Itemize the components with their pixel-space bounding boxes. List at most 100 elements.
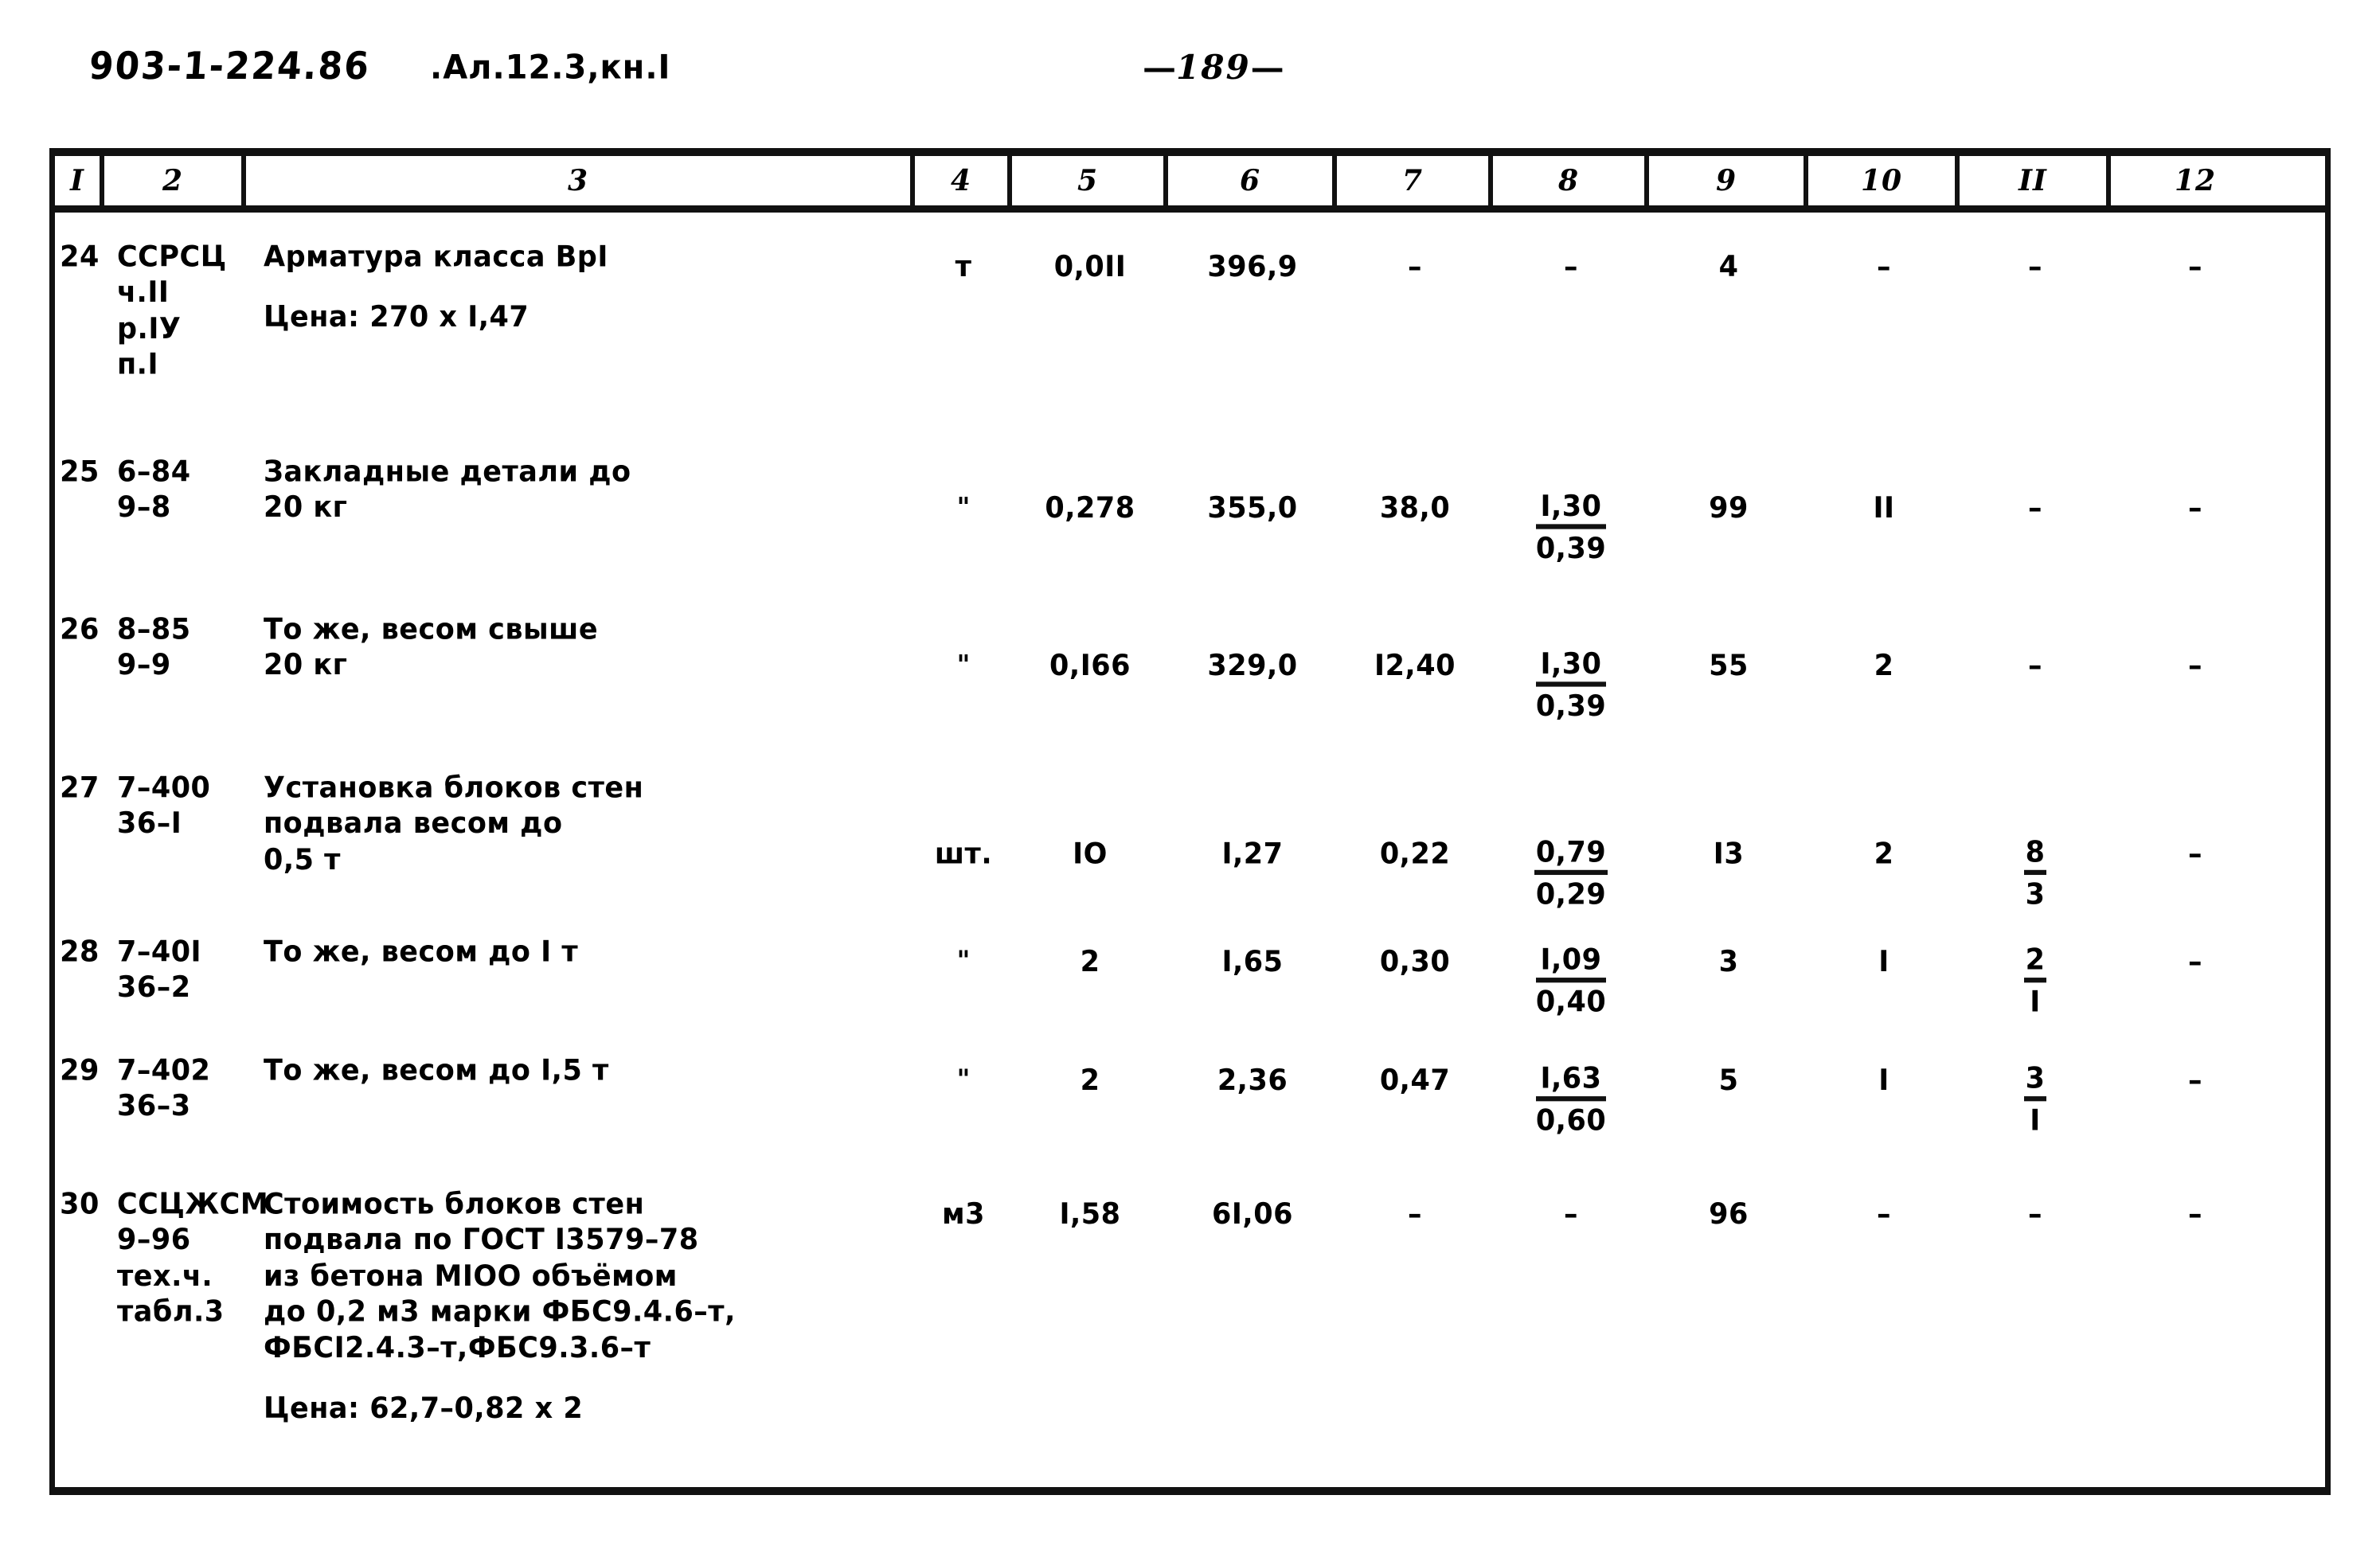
row-labour: 2 [1874, 649, 1894, 683]
row-machine-hours: – [1960, 455, 2111, 527]
table-row: 30 ССЦЖСМ 9–96 тех.ч. табл.3 Стоимость бло… [55, 1187, 2325, 1425]
table-row: 26 8–85 9–9 То же, весом свыше 20 кг " 0,I66… [55, 612, 2325, 724]
row-remarks: – [2188, 837, 2202, 871]
row-remarks: – [2188, 491, 2202, 525]
row-quantity: 2 [1080, 1064, 1100, 1097]
row-machine-cost-denominator: 0,60 [1535, 1104, 1607, 1138]
row-quantity: 2 [1080, 945, 1100, 979]
row-norm-code: ССРСЦ ч.II р.IУ п.I [117, 240, 227, 382]
document-album-ref: .Ал.12.3,кн.I [430, 48, 671, 88]
row-machine-hours-fraction: 2I [2023, 944, 2047, 1020]
row-norm-code: 8–85 9–9 [117, 613, 191, 682]
row-quantity: 0,0II [1053, 250, 1127, 284]
row-spacer [55, 563, 2325, 612]
row-quantity: 0,I66 [1049, 649, 1131, 683]
row-machine-cost-fraction: I,09 0,40 [1535, 944, 1607, 1020]
row-unit: " [956, 944, 971, 977]
page-number-value: 189 [1176, 48, 1251, 87]
row-unit: шт. [934, 837, 993, 871]
row-salary-cost: – [1408, 250, 1422, 284]
row-machine-hours-empty-dash: – [2028, 491, 2042, 525]
row-salary-cost: I2,40 [1374, 649, 1456, 683]
row-description-cell: То же, весом до I,5 т [246, 1053, 915, 1089]
row-unit-cost: I,27 [1221, 837, 1284, 871]
row-salary-cost: 0,30 [1379, 945, 1451, 979]
row-machine-cost-denominator: 0,39 [1535, 532, 1607, 566]
column-header-4: 4 [915, 156, 1012, 205]
row-machine-cost: – [1493, 240, 1649, 286]
row-machine-hours-denominator: I [2030, 986, 2041, 1020]
row-description-text: Установка блоков стен подвала весом до 0… [264, 771, 644, 876]
row-salary-cost: 0,22 [1379, 837, 1451, 871]
column-header-6: 6 [1168, 156, 1337, 205]
row-salary-cost: 38,0 [1379, 491, 1451, 525]
row-machine-cost-denominator: 0,39 [1535, 690, 1607, 724]
row-machine-hours-numerator: 8 [2023, 836, 2047, 875]
row-machine-hours-empty-dash: – [2028, 250, 2042, 284]
row-machine-cost-numerator: I,63 [1535, 1063, 1607, 1102]
row-remarks: – [2188, 250, 2202, 284]
row-machine-cost-numerator: 0,79 [1534, 836, 1608, 875]
row-machine-hours-denominator: I [2030, 1104, 2041, 1138]
row-quantity: 0,278 [1045, 491, 1135, 525]
row-salary-cost: 0,47 [1379, 1064, 1451, 1097]
row-unit-cost: 6I,06 [1212, 1197, 1293, 1232]
row-unit: " [956, 648, 971, 681]
row-machine-hours-denominator: 3 [2025, 878, 2046, 912]
column-header-7: 7 [1337, 156, 1493, 205]
row-machine-hours: – [1960, 240, 2111, 286]
row-machine-cost-numerator: I,09 [1535, 944, 1607, 983]
row-machine-hours-empty-dash: – [2028, 649, 2042, 683]
table-row: 25 6–84 9–8 Закладные детали до 20 кг " 0,27… [55, 455, 2325, 565]
row-description-text: То же, весом до I,5 т [264, 1053, 609, 1087]
row-total-cost: 55 [1709, 649, 1749, 683]
column-header-12: 12 [2174, 164, 2217, 197]
row-machine-hours: – [1960, 612, 2111, 685]
row-unit-cost: 355,0 [1207, 491, 1298, 525]
row-description-cell: Стоимость блоков стен подвала по ГОСТ I3… [246, 1187, 915, 1427]
row-unit-cost: 2,36 [1217, 1064, 1288, 1097]
row-remarks: – [2188, 649, 2202, 683]
row-position-number: 27 [60, 771, 100, 805]
row-labour: I [1878, 945, 1890, 979]
row-machine-hours: 83 [1960, 771, 2111, 913]
row-total-cost: 4 [1718, 250, 1739, 284]
row-description-text: Закладные детали до 20 кг [264, 455, 631, 525]
row-norm-code: 7–400 36–I [117, 771, 211, 841]
row-labour: 2 [1874, 837, 1894, 871]
column-header-II: II [1960, 156, 2111, 205]
row-machine-hours-numerator: 2 [2023, 944, 2047, 983]
row-norm-code: 7–40I 36–2 [117, 935, 202, 1005]
row-remarks: – [2188, 1197, 2202, 1232]
row-labour: – [1877, 250, 1891, 284]
row-description-cell: Арматура класса ВрI Цена: 270 х I,47 [246, 240, 915, 336]
document-code: 903-1-224.86 [88, 44, 372, 89]
row-machine-cost-fraction: I,30 0,39 [1535, 648, 1607, 724]
table-row: 24 ССРСЦ ч.II р.IУ п.I Арматура класса ВрI… [55, 240, 2325, 381]
estimate-table: I 2 3 4 5 6 7 8 9 10 II 12 24 ССРСЦ ч.II р.IУ п.I Арм… [49, 148, 2331, 1495]
row-machine-cost-empty-dash: – [1564, 1197, 1578, 1232]
row-machine-cost-denominator: 0,29 [1535, 878, 1607, 912]
row-quantity: I,58 [1059, 1197, 1121, 1232]
row-price-note: Цена: 270 х I,47 [264, 301, 530, 334]
column-header-2: 2 [104, 156, 246, 205]
row-position-number: 24 [60, 240, 100, 274]
row-machine-cost-numerator: I,30 [1535, 490, 1607, 529]
row-labour: I [1878, 1064, 1890, 1097]
row-labour: – [1877, 1197, 1891, 1232]
row-description-text: Стоимость блоков стен подвала по ГОСТ I3… [264, 1188, 736, 1365]
row-labour: II [1873, 491, 1895, 525]
row-description-text: То же, весом свыше 20 кг [264, 613, 599, 682]
row-position-number: 26 [60, 613, 100, 646]
row-machine-cost: – [1493, 1187, 1649, 1233]
row-machine-cost-fraction: I,30 0,39 [1535, 490, 1607, 566]
row-machine-cost-fraction: I,63 0,60 [1535, 1063, 1607, 1138]
row-machine-hours: 3I [1960, 1053, 2111, 1140]
row-machine-hours-fraction: 83 [2023, 836, 2047, 912]
column-header-9: 9 [1649, 156, 1808, 205]
row-machine-cost: I,30 0,39 [1493, 455, 1649, 568]
page-number: —189— [1143, 48, 1284, 87]
row-machine-cost: 0,79 0,29 [1493, 771, 1649, 913]
row-unit-cost: 396,9 [1207, 250, 1298, 284]
row-description-cell: Установка блоков стен подвала весом до 0… [246, 771, 915, 878]
